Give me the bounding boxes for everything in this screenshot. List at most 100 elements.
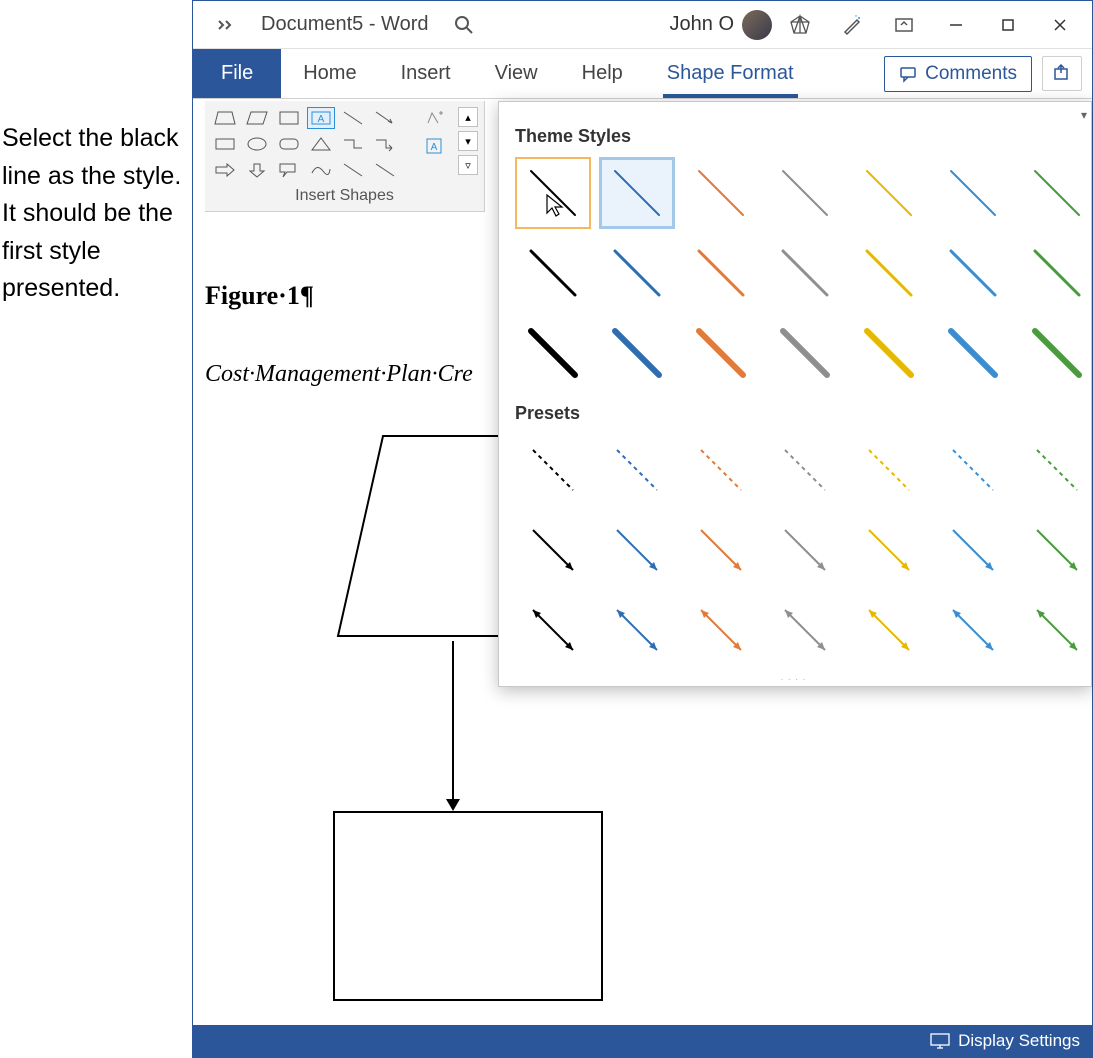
theme-style-swatch[interactable] <box>851 317 927 389</box>
comments-button[interactable]: Comments <box>884 56 1032 92</box>
shape-arrow-line-icon[interactable] <box>371 107 399 129</box>
tab-file[interactable]: File <box>193 49 281 98</box>
shape-freeform-icon[interactable] <box>307 159 335 181</box>
shape-line3-icon[interactable] <box>371 159 399 181</box>
theme-style-swatch[interactable] <box>1019 157 1093 229</box>
instruction-line: Select the black line as the style. <box>2 120 190 195</box>
magic-icon[interactable] <box>828 2 876 48</box>
preset-style-swatch[interactable] <box>935 434 1011 506</box>
edit-shape-icon[interactable] <box>422 107 450 129</box>
maximize-button[interactable] <box>984 2 1032 48</box>
shape-rect2-icon[interactable] <box>211 133 239 155</box>
shape-callout-icon[interactable] <box>275 159 303 181</box>
share-button[interactable] <box>1042 56 1082 91</box>
ribbon-tabs: File Home Insert View Help Shape Format … <box>193 49 1092 99</box>
shape-right-arrow-icon[interactable] <box>211 159 239 181</box>
shape-line-icon[interactable] <box>339 107 367 129</box>
preset-style-swatch[interactable] <box>515 434 591 506</box>
preset-style-swatch[interactable] <box>851 594 927 666</box>
preset-style-swatch[interactable] <box>515 514 591 586</box>
shape-down-arrow-line[interactable] <box>443 641 463 816</box>
theme-style-swatch[interactable] <box>599 317 675 389</box>
preset-style-swatch[interactable] <box>935 594 1011 666</box>
preset-style-swatch[interactable] <box>599 594 675 666</box>
theme-styles-heading: Theme Styles <box>515 126 1079 147</box>
preset-style-swatch[interactable] <box>515 594 591 666</box>
theme-style-swatch[interactable] <box>851 157 927 229</box>
theme-style-swatch[interactable] <box>515 237 591 309</box>
tab-home[interactable]: Home <box>281 49 378 98</box>
shape-style-gallery: ▾ Theme Styles Presets ···· <box>498 101 1092 687</box>
preset-style-swatch[interactable] <box>599 514 675 586</box>
shapes-scroll-down[interactable]: ▾ <box>458 131 478 151</box>
shape-rectangle[interactable] <box>333 811 603 1001</box>
minimize-button[interactable] <box>932 2 980 48</box>
theme-style-swatch[interactable] <box>599 157 675 229</box>
shapes-scroll-up[interactable]: ▴ <box>458 107 478 127</box>
shape-rect-icon[interactable] <box>275 107 303 129</box>
insert-shapes-label: Insert Shapes <box>211 181 478 205</box>
shape-connector-icon[interactable] <box>339 133 367 155</box>
titlebar: Document5 - Word John O <box>193 1 1092 49</box>
shapes-gallery-expand[interactable]: ▿ <box>458 155 478 175</box>
preset-style-swatch[interactable] <box>683 514 759 586</box>
preset-style-swatch[interactable] <box>1019 594 1093 666</box>
preset-style-swatch[interactable] <box>767 514 843 586</box>
tab-view[interactable]: View <box>473 49 560 98</box>
theme-style-swatch[interactable] <box>935 317 1011 389</box>
shape-textbox-icon[interactable]: A <box>307 107 335 129</box>
svg-text:A: A <box>318 114 325 125</box>
gallery-resize-handle[interactable]: ···· <box>511 672 1079 686</box>
theme-style-swatch[interactable] <box>599 237 675 309</box>
gallery-collapse-icon[interactable]: ▾ <box>1081 108 1087 122</box>
preset-style-swatch[interactable] <box>683 434 759 506</box>
preset-style-swatch[interactable] <box>935 514 1011 586</box>
preset-style-swatch[interactable] <box>599 434 675 506</box>
instruction-panel: Select the black line as the style. It s… <box>0 120 190 308</box>
theme-style-swatch[interactable] <box>1019 317 1093 389</box>
theme-style-swatch[interactable] <box>515 157 591 229</box>
shape-ellipse-icon[interactable] <box>243 133 271 155</box>
theme-style-swatch[interactable] <box>767 317 843 389</box>
theme-style-swatch[interactable] <box>683 237 759 309</box>
insert-shapes-group: A ▴ ▾ ▿ A Insert Shapes <box>205 101 485 212</box>
shape-down-arrow-icon[interactable] <box>243 159 271 181</box>
shape-roundrect-icon[interactable] <box>275 133 303 155</box>
shape-elbow-arrow-icon[interactable] <box>371 133 399 155</box>
theme-style-swatch[interactable] <box>935 157 1011 229</box>
theme-style-swatch[interactable] <box>683 157 759 229</box>
preset-style-swatch[interactable] <box>767 594 843 666</box>
ribbon-mode-button[interactable] <box>880 2 928 48</box>
theme-style-swatch[interactable] <box>767 157 843 229</box>
user-name: John O <box>670 13 738 36</box>
quick-access-overflow-button[interactable] <box>201 2 249 48</box>
theme-style-swatch[interactable] <box>683 317 759 389</box>
preset-style-swatch[interactable] <box>851 434 927 506</box>
preset-style-swatch[interactable] <box>1019 434 1093 506</box>
shape-trapezoid-icon[interactable] <box>211 107 239 129</box>
theme-style-swatch[interactable] <box>935 237 1011 309</box>
tab-shape-format[interactable]: Shape Format <box>645 49 816 98</box>
preset-style-swatch[interactable] <box>683 594 759 666</box>
tab-insert[interactable]: Insert <box>379 49 473 98</box>
shape-line2-icon[interactable] <box>339 159 367 181</box>
search-button[interactable] <box>440 2 488 48</box>
theme-style-swatch[interactable] <box>767 237 843 309</box>
theme-style-swatch[interactable] <box>851 237 927 309</box>
svg-text:A: A <box>431 142 438 153</box>
close-button[interactable] <box>1036 2 1084 48</box>
preset-style-swatch[interactable] <box>1019 514 1093 586</box>
theme-style-swatch[interactable] <box>1019 237 1093 309</box>
comment-icon <box>899 65 917 83</box>
draw-textbox-icon[interactable]: A <box>422 135 450 157</box>
shape-parallelogram-icon[interactable] <box>243 107 271 129</box>
display-settings-label[interactable]: Display Settings <box>958 1031 1080 1051</box>
premium-icon[interactable] <box>776 2 824 48</box>
word-window: Document5 - Word John O File Home Insert <box>192 0 1093 1058</box>
preset-style-swatch[interactable] <box>851 514 927 586</box>
preset-style-swatch[interactable] <box>767 434 843 506</box>
tab-help[interactable]: Help <box>560 49 645 98</box>
shape-triangle-icon[interactable] <box>307 133 335 155</box>
avatar[interactable] <box>742 10 772 40</box>
theme-style-swatch[interactable] <box>515 317 591 389</box>
